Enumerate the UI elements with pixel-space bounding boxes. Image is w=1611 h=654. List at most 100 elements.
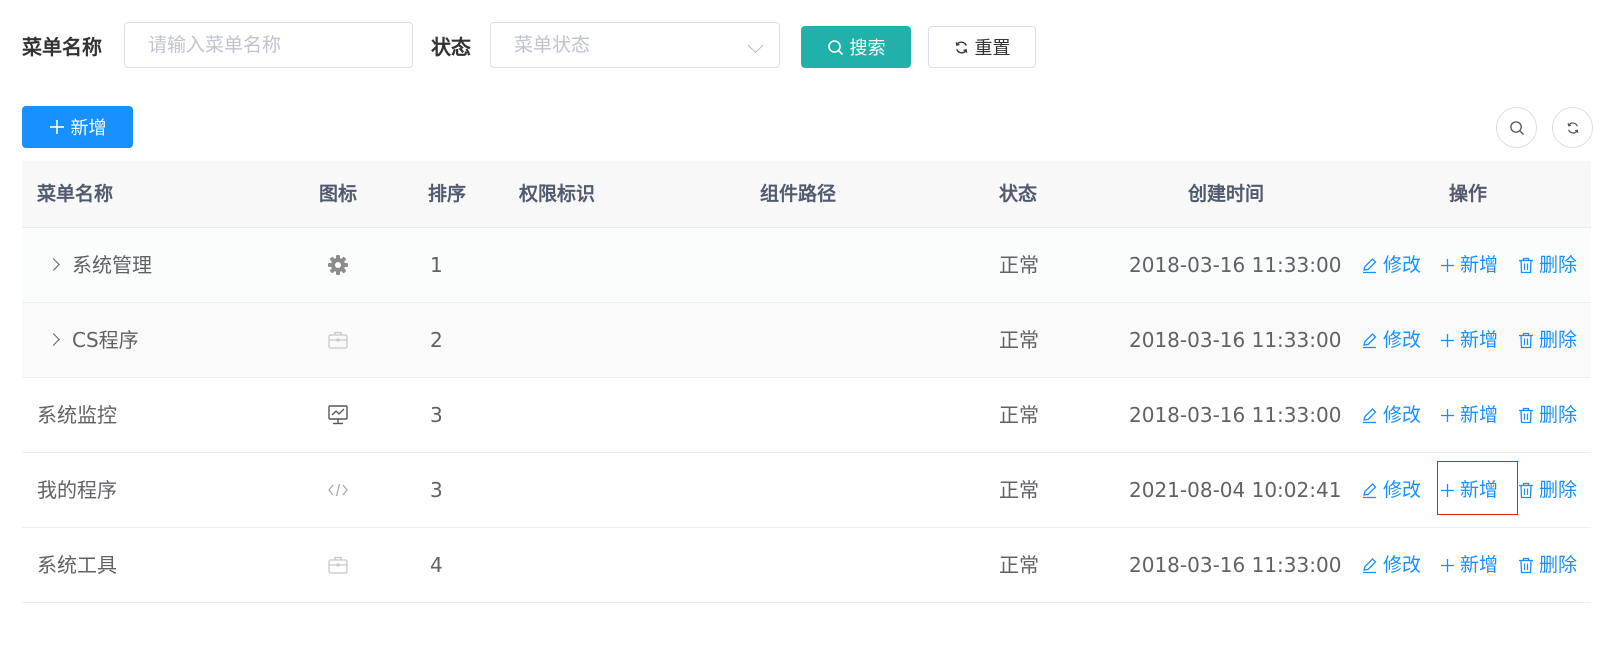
add-child-button[interactable]: 新增: [1440, 528, 1498, 602]
edit-button-label: 修改: [1383, 404, 1422, 426]
plus-icon: [1440, 333, 1455, 347]
search-icon: [1509, 120, 1524, 135]
table-row: 我的程序 3 正常 2021-08-04 10:02:41 修改 新增 删除: [22, 453, 1591, 528]
plus-icon: [1440, 408, 1455, 422]
add-menu-button-label: 新增: [70, 118, 107, 139]
trash-icon: [1519, 332, 1533, 348]
menu-name-label: 菜单名称: [22, 35, 102, 59]
search-button-label: 搜索: [849, 38, 886, 59]
edit-button-label: 修改: [1383, 254, 1422, 276]
chevron-down-icon: [747, 37, 764, 54]
refresh-icon: [955, 41, 967, 53]
delete-button-label: 删除: [1539, 404, 1578, 426]
created-time-cell: 2018-03-16 11:33:00: [1129, 553, 1342, 577]
column-header-permission: 权限标识: [519, 183, 596, 205]
edit-icon: [1363, 332, 1377, 348]
table-header: 菜单名称 图标 排序 权限标识 组件路径 状态 创建时间 操作: [22, 161, 1591, 228]
menu-name-cell: 我的程序: [37, 478, 117, 502]
table-row: 系统工具 4 正常 2018-03-16 11:33:00 修改 新增 删除: [22, 528, 1591, 603]
add-menu-button[interactable]: 新增: [22, 106, 133, 148]
status-label: 状态: [431, 35, 471, 59]
briefcase-icon: [327, 554, 349, 576]
order-cell: 4: [430, 553, 443, 577]
trash-icon: [1519, 482, 1533, 498]
created-time-cell: 2018-03-16 11:33:00: [1129, 403, 1342, 427]
column-header-menu-name: 菜单名称: [37, 183, 114, 205]
edit-button-label: 修改: [1383, 554, 1422, 576]
order-cell: 3: [430, 403, 443, 427]
expand-chevron-icon[interactable]: [47, 258, 60, 271]
menu-name-placeholder: 请输入菜单名称: [148, 34, 282, 56]
add-child-button-label: 新增: [1460, 554, 1499, 576]
column-header-actions: 操作: [1449, 183, 1488, 205]
edit-button-label: 修改: [1383, 329, 1422, 351]
column-header-order: 排序: [428, 183, 467, 205]
created-time-cell: 2021-08-04 10:02:41: [1129, 478, 1342, 502]
add-child-button-label: 新增: [1460, 329, 1499, 351]
plus-icon: [1440, 483, 1455, 497]
code-icon: [327, 479, 349, 501]
add-child-button[interactable]: 新增: [1440, 228, 1498, 302]
plus-icon: [1440, 558, 1455, 572]
status-placeholder: 菜单状态: [514, 34, 591, 56]
edit-button[interactable]: 修改: [1361, 228, 1421, 302]
edit-icon: [1363, 407, 1377, 423]
delete-button-label: 删除: [1539, 329, 1578, 351]
plus-icon: [1440, 258, 1455, 272]
delete-button[interactable]: 删除: [1518, 228, 1577, 302]
gear-icon: [327, 254, 349, 276]
table-row: 系统监控 3 正常 2018-03-16 11:33:00 修改 新增 删除: [22, 378, 1591, 453]
menu-name-cell: CS程序: [72, 328, 139, 352]
table-row: CS程序 2 正常 2018-03-16 11:33:00 修改 新增 删除: [22, 303, 1591, 378]
order-cell: 3: [430, 478, 443, 502]
trash-icon: [1519, 407, 1533, 423]
refresh-icon: [1567, 121, 1578, 134]
monitor-icon: [327, 404, 349, 426]
created-time-cell: 2018-03-16 11:33:00: [1129, 328, 1342, 352]
status-cell: 正常: [999, 553, 1039, 577]
edit-button[interactable]: 修改: [1361, 378, 1421, 452]
add-child-button[interactable]: 新增: [1440, 303, 1498, 377]
status-cell: 正常: [999, 403, 1039, 427]
edit-button[interactable]: 修改: [1361, 453, 1421, 527]
edit-button[interactable]: 修改: [1361, 303, 1421, 377]
delete-button[interactable]: 删除: [1518, 528, 1577, 602]
edit-button-label: 修改: [1383, 479, 1422, 501]
add-child-button-label: 新增: [1460, 479, 1499, 501]
column-header-created-time: 创建时间: [1188, 183, 1265, 205]
menu-name-input[interactable]: 请输入菜单名称: [124, 22, 413, 68]
order-cell: 2: [430, 328, 443, 352]
column-header-component-path: 组件路径: [760, 183, 837, 205]
delete-button[interactable]: 删除: [1518, 453, 1577, 527]
created-time-cell: 2018-03-16 11:33:00: [1129, 253, 1342, 277]
add-child-button-label: 新增: [1460, 254, 1499, 276]
menu-table: 菜单名称 图标 排序 权限标识 组件路径 状态 创建时间 操作 系统管理 1 正…: [22, 161, 1591, 603]
delete-button[interactable]: 删除: [1518, 303, 1577, 377]
add-child-button[interactable]: 新增: [1440, 378, 1498, 452]
add-child-button[interactable]: 新增: [1440, 453, 1498, 527]
edit-button[interactable]: 修改: [1361, 528, 1421, 602]
edit-icon: [1363, 557, 1377, 573]
delete-button[interactable]: 删除: [1518, 378, 1577, 452]
status-cell: 正常: [999, 253, 1039, 277]
status-select[interactable]: 菜单状态: [490, 22, 780, 68]
plus-icon: [49, 120, 64, 134]
menu-name-cell: 系统管理: [72, 253, 152, 277]
edit-icon: [1363, 482, 1377, 498]
delete-button-label: 删除: [1539, 254, 1578, 276]
table-row: 系统管理 1 正常 2018-03-16 11:33:00 修改 新增 删除: [22, 228, 1591, 303]
briefcase-icon: [327, 329, 349, 351]
delete-button-label: 删除: [1539, 479, 1578, 501]
order-cell: 1: [430, 253, 443, 277]
delete-button-label: 删除: [1539, 554, 1578, 576]
expand-chevron-icon[interactable]: [47, 333, 60, 346]
toggle-search-button[interactable]: [1496, 107, 1537, 148]
menu-name-cell: 系统监控: [37, 403, 117, 427]
trash-icon: [1519, 557, 1533, 573]
refresh-table-button[interactable]: [1552, 107, 1593, 148]
reset-button[interactable]: 重置: [928, 26, 1036, 68]
add-child-button-label: 新增: [1460, 404, 1499, 426]
search-button[interactable]: 搜索: [801, 26, 911, 68]
search-icon: [827, 39, 843, 55]
reset-button-label: 重置: [974, 38, 1011, 59]
